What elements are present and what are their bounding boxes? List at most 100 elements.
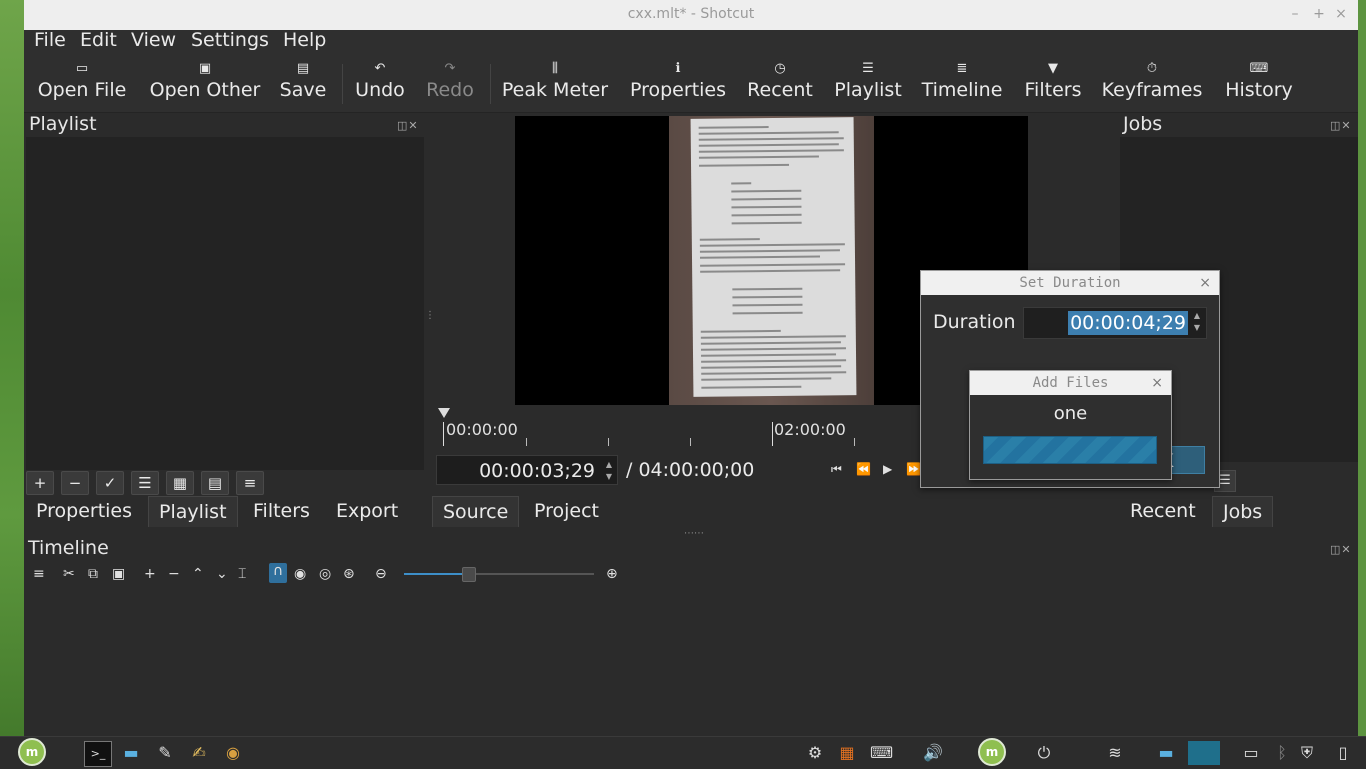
tab-jobs[interactable]: Jobs: [1212, 496, 1274, 527]
shield-icon[interactable]: ⛨: [1296, 741, 1318, 765]
cut-icon[interactable]: ✂: [63, 566, 75, 582]
zoom-slider-handle[interactable]: [462, 567, 476, 582]
scrub-icon[interactable]: ◉: [294, 566, 306, 582]
menu-help[interactable]: Help: [283, 30, 326, 56]
shotcut-window-icon[interactable]: [1188, 741, 1220, 765]
open-other-button[interactable]: ▣ Open Other: [146, 56, 264, 112]
tab-project[interactable]: Project: [524, 496, 609, 526]
battery-icon[interactable]: ▯: [1332, 741, 1354, 765]
fast-forward-icon[interactable]: ⏩: [906, 462, 921, 476]
bluetooth-icon[interactable]: ᛒ: [1274, 741, 1290, 765]
copy-icon[interactable]: ⧉: [88, 566, 98, 582]
ripple-all-icon[interactable]: ⊛: [343, 566, 355, 582]
window-titlebar[interactable]: cxx.mlt* - Shotcut – + ×: [24, 0, 1358, 31]
apps-grid-icon[interactable]: ▦: [834, 741, 860, 765]
add-files-title[interactable]: Add Files: [970, 371, 1171, 395]
zoom-in-icon[interactable]: ⊕: [606, 566, 618, 582]
volume-icon[interactable]: 🔊: [922, 741, 944, 765]
split-icon[interactable]: ⌶: [238, 566, 246, 582]
tab-properties[interactable]: Properties: [26, 496, 142, 526]
tab-export[interactable]: Export: [326, 496, 408, 526]
check-icon[interactable]: ✓: [96, 471, 124, 495]
timeline-dock-buttons[interactable]: ◫✕: [1330, 543, 1352, 556]
overwrite-icon[interactable]: ⌄: [216, 566, 228, 582]
text-editor-icon[interactable]: ✎: [152, 741, 178, 765]
folder-icon[interactable]: ▬: [118, 741, 144, 765]
playhead-icon[interactable]: [438, 408, 450, 418]
tiles-view-icon[interactable]: ▦: [166, 471, 194, 495]
close-icon[interactable]: ×: [1151, 373, 1163, 393]
recent-button[interactable]: ◷ Recent: [744, 56, 816, 112]
open-other-label: Open Other: [149, 79, 261, 101]
timeline-tracks[interactable]: [26, 588, 1356, 736]
peak-meter-button[interactable]: ⫼ Peak Meter: [500, 56, 610, 112]
tab-filters[interactable]: Filters: [243, 496, 320, 526]
mint-update-icon[interactable]: m: [978, 738, 1006, 766]
menu-file[interactable]: File: [34, 30, 66, 56]
ripple-icon[interactable]: ◎: [319, 566, 331, 582]
maximize-icon[interactable]: +: [1310, 5, 1328, 23]
spin-down-icon[interactable]: ▼: [1191, 323, 1203, 333]
splitter-handle[interactable]: ⋮: [425, 311, 435, 321]
menu-edit[interactable]: Edit: [80, 30, 117, 56]
spin-up-icon[interactable]: ▲: [1191, 311, 1203, 321]
history-button[interactable]: ⌨ History: [1222, 56, 1296, 112]
ruler-label-mid: 02:00:00: [774, 420, 846, 439]
terminal-icon[interactable]: >_: [84, 741, 112, 767]
play-icon[interactable]: ▶: [883, 462, 892, 476]
playlist-panel-title: Playlist: [29, 113, 97, 135]
current-time-field[interactable]: 00:00:03;29 ▲ ▼: [436, 455, 618, 485]
skip-previous-icon[interactable]: ⏮: [831, 462, 842, 477]
rewind-icon[interactable]: ⏪: [856, 462, 871, 476]
save-button[interactable]: ▤ Save: [278, 56, 328, 112]
notes-icon[interactable]: ✍: [186, 741, 212, 765]
tab-playlist[interactable]: Playlist: [148, 496, 238, 527]
menu-view[interactable]: View: [131, 30, 176, 56]
append-icon[interactable]: +: [144, 566, 156, 582]
properties-button[interactable]: ℹ Properties: [628, 56, 728, 112]
mint-menu-icon[interactable]: m: [18, 738, 46, 766]
icons-view-icon[interactable]: ▤: [201, 471, 229, 495]
keyboard-icon[interactable]: ⌨: [870, 741, 893, 765]
details-view-icon[interactable]: ☰: [131, 471, 159, 495]
snap-icon[interactable]: ∩: [269, 563, 287, 583]
add-icon[interactable]: +: [26, 471, 54, 495]
timeline-button[interactable]: ≣ Timeline: [920, 56, 1004, 112]
open-file-button[interactable]: ▭ Open File: [36, 56, 128, 112]
zoom-out-icon[interactable]: ⊖: [375, 566, 387, 582]
close-window-icon[interactable]: ×: [1332, 5, 1350, 23]
power-icon[interactable]: ⏻: [1034, 741, 1054, 765]
redo-button[interactable]: ↷ Redo: [422, 56, 478, 112]
timeline-splitter-handle[interactable]: ⋯⋯: [684, 528, 704, 539]
menu-settings[interactable]: Settings: [191, 30, 269, 56]
files-window-icon[interactable]: ▬: [1150, 741, 1182, 765]
duration-input[interactable]: 00:00:04;29 ▲ ▼: [1023, 307, 1207, 339]
close-icon[interactable]: ×: [1199, 273, 1211, 293]
remove-icon[interactable]: −: [61, 471, 89, 495]
removable-drive-icon[interactable]: ▭: [1240, 741, 1262, 765]
playlist-button[interactable]: ☰ Playlist: [832, 56, 904, 112]
settings-tray-icon[interactable]: ⚙: [804, 741, 826, 765]
timeline-menu-icon[interactable]: ≡: [33, 566, 45, 582]
jobs-dock-buttons[interactable]: ◫✕: [1330, 119, 1352, 132]
save-label: Save: [279, 79, 327, 101]
player-scrubber[interactable]: 00:00:00 02:00:00: [435, 408, 920, 446]
tab-source[interactable]: Source: [432, 496, 520, 527]
undo-button[interactable]: ↶ Undo: [352, 56, 408, 112]
shotcut-app-icon[interactable]: ◉: [220, 741, 246, 765]
playlist-list[interactable]: [26, 137, 424, 470]
spin-down-icon[interactable]: ▼: [603, 472, 615, 482]
remove-icon[interactable]: −: [168, 566, 180, 582]
spin-up-icon[interactable]: ▲: [603, 460, 615, 470]
playlist-dock-buttons[interactable]: ◫✕: [397, 119, 419, 132]
keyframes-button[interactable]: ⏱ Keyframes: [1100, 56, 1204, 112]
tab-recent[interactable]: Recent: [1120, 496, 1206, 526]
set-duration-title[interactable]: Set Duration: [921, 271, 1219, 295]
playlist-menu-icon[interactable]: ≡: [236, 471, 264, 495]
video-frame-document: [690, 117, 857, 397]
minimize-icon[interactable]: –: [1286, 5, 1304, 23]
filters-button[interactable]: ▼ Filters: [1022, 56, 1084, 112]
lift-icon[interactable]: ⌃: [192, 566, 204, 582]
wifi-icon[interactable]: ≋: [1104, 741, 1126, 765]
paste-icon[interactable]: ▣: [112, 566, 125, 582]
